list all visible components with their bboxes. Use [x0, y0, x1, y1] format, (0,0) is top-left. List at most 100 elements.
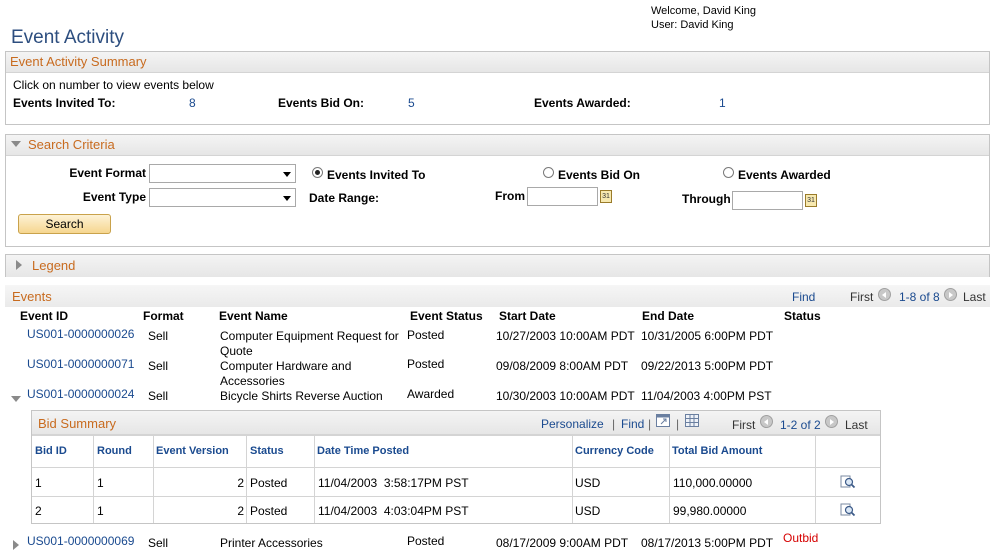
col-date-time-posted[interactable]: Date Time Posted [317, 445, 409, 457]
event-id-link[interactable]: US001-0000000026 [27, 327, 134, 342]
through-label: Through [682, 192, 731, 206]
event-type-select[interactable] [149, 188, 296, 207]
events-first-label: First [850, 290, 874, 304]
event-format-select[interactable] [149, 164, 296, 183]
legend-panel[interactable]: Legend [5, 254, 990, 277]
grid-divider [314, 436, 315, 523]
bid-currency: USD [575, 476, 601, 490]
view-bid-icon[interactable] [840, 503, 856, 517]
radio-events-invited-label[interactable]: Events Invited To [327, 168, 425, 182]
invited-label: Events Invited To: [13, 96, 116, 110]
calendar-icon[interactable]: 31 [805, 194, 817, 207]
event-id-link[interactable]: US001-0000000069 [27, 534, 134, 549]
event-name: Printer Accessories [220, 536, 323, 550]
search-button[interactable]: Search [18, 214, 111, 234]
event-end: 10/31/2005 6:00PM PDT [641, 329, 774, 343]
legend-header[interactable]: Legend [6, 255, 989, 277]
invited-count-link[interactable]: 8 [189, 96, 196, 110]
grid-divider [815, 436, 816, 523]
events-range: 1-8 of 8 [899, 290, 940, 304]
grid-divider [153, 436, 154, 523]
radio-events-invited[interactable] [312, 167, 323, 178]
event-start: 08/17/2009 9:00AM PDT [496, 536, 629, 550]
through-date-input[interactable] [732, 191, 803, 210]
radio-events-awarded[interactable] [723, 167, 734, 178]
col-format: Format [143, 309, 184, 323]
bid-posted: 11/04/2003 3:58:17PM PST [318, 476, 469, 490]
previous-page-icon[interactable] [878, 288, 891, 301]
col-event-version[interactable]: Event Version [156, 445, 229, 457]
collapse-icon[interactable] [11, 141, 21, 147]
bid-id: 1 [35, 476, 42, 490]
event-format: Sell [148, 389, 169, 403]
events-last-label: Last [963, 290, 986, 304]
separator: | [612, 417, 616, 431]
grid-divider [32, 467, 880, 468]
event-id-link[interactable]: US001-0000000024 [27, 387, 134, 402]
radio-events-awarded-label[interactable]: Events Awarded [738, 168, 831, 182]
bid-version: 2 [237, 504, 244, 518]
col-bid-id[interactable]: Bid ID [35, 445, 67, 457]
awarded-count-link[interactable]: 1 [719, 96, 726, 110]
col-event-status: Event Status [410, 309, 483, 323]
event-start: 10/30/2003 10:00AM PDT [496, 389, 635, 403]
from-date-input[interactable] [527, 187, 598, 206]
calendar-icon[interactable]: 31 [600, 190, 612, 203]
new-window-icon[interactable] [656, 414, 670, 427]
bid-status: Posted [250, 504, 288, 518]
download-grid-icon[interactable] [685, 414, 699, 427]
event-status: Posted [407, 534, 445, 548]
bid-currency: USD [575, 504, 601, 518]
bid-amount: 99,980.00000 [673, 504, 747, 518]
col-total-bid-amount[interactable]: Total Bid Amount [672, 445, 762, 457]
bid-first-label: First [732, 418, 756, 432]
event-name: Computer Hardware and Accessories [220, 359, 351, 389]
next-page-icon[interactable] [825, 415, 838, 428]
radio-events-bid-label[interactable]: Events Bid On [558, 168, 640, 182]
view-bid-icon[interactable] [840, 475, 856, 489]
events-header-bar [5, 285, 990, 307]
welcome-block: Welcome, David King User: David King [651, 4, 756, 32]
event-id-link[interactable]: US001-0000000071 [27, 357, 134, 372]
col-round[interactable]: Round [97, 445, 132, 457]
bid-count-link[interactable]: 5 [408, 96, 415, 110]
next-page-icon[interactable] [944, 288, 957, 301]
col-currency-code[interactable]: Currency Code [575, 445, 654, 457]
bid-label: Events Bid On: [278, 96, 365, 110]
grid-divider [32, 496, 880, 497]
summary-instruction: Click on number to view events below [13, 78, 214, 92]
expand-row-icon[interactable] [13, 540, 19, 550]
col-end-date: End Date [642, 309, 695, 323]
events-find-link[interactable]: Find [792, 290, 815, 304]
col-event-name: Event Name [219, 309, 288, 323]
grid-divider [669, 436, 670, 523]
event-name-line: Computer Hardware and [220, 359, 352, 373]
bid-id: 2 [35, 504, 42, 518]
event-end: 11/04/2003 4:00PM PST [641, 389, 772, 403]
awarded-label: Events Awarded: [534, 96, 631, 110]
radio-events-bid[interactable] [543, 167, 554, 178]
expand-icon[interactable] [16, 260, 22, 270]
col-bid-status[interactable]: Status [250, 445, 284, 457]
event-status: Awarded [407, 387, 455, 401]
grid-divider [246, 436, 247, 523]
collapse-row-icon[interactable] [11, 396, 21, 402]
date-range-label: Date Range: [309, 191, 380, 205]
previous-page-icon[interactable] [760, 415, 773, 428]
summary-title: Event Activity Summary [6, 52, 989, 73]
event-format: Sell [148, 536, 169, 550]
event-start: 09/08/2009 8:00AM PDT [496, 359, 629, 373]
chevron-down-icon [283, 172, 291, 177]
event-format: Sell [148, 359, 169, 373]
search-header[interactable]: Search Criteria [6, 135, 989, 156]
event-format: Sell [148, 329, 169, 343]
personalize-link[interactable]: Personalize [541, 417, 604, 431]
bid-last-label: Last [845, 418, 868, 432]
event-end: 09/22/2013 5:00PM PDT [641, 359, 774, 373]
bid-amount: 110,000.00000 [673, 476, 753, 490]
separator: | [648, 417, 652, 431]
bid-find-link[interactable]: Find [621, 417, 644, 431]
events-title: Events [12, 289, 52, 304]
bid-round: 1 [97, 504, 104, 518]
legend-title: Legend [32, 258, 76, 273]
